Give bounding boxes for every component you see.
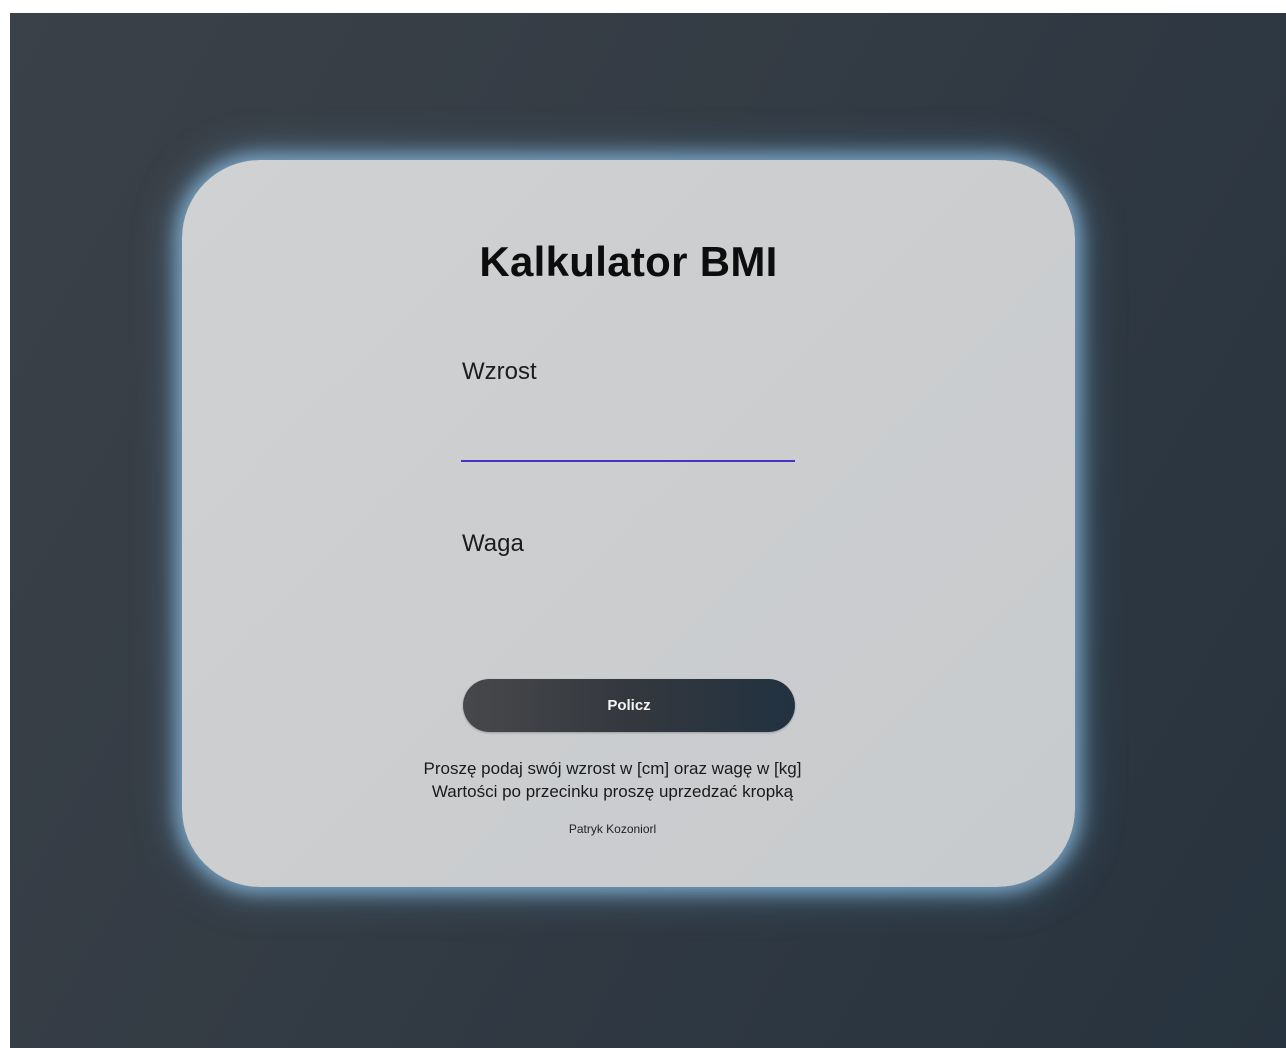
hint-decimal: Wartości po przecinku proszę uprzedzać k…	[431, 782, 794, 801]
author-credit: Patryk Kozoniorl	[568, 822, 657, 836]
bmi-card: Kalkulator BMI Wzrost Waga Policz Proszę…	[182, 160, 1075, 887]
height-input[interactable]	[461, 426, 795, 462]
page-title: Kalkulator BMI	[479, 238, 778, 285]
hint-units: Proszę podaj swój wzrost w [cm] oraz wag…	[423, 759, 802, 778]
page-background: Kalkulator BMI Wzrost Waga Policz Proszę…	[10, 13, 1286, 1048]
weight-input[interactable]	[461, 596, 795, 632]
height-label: Wzrost	[462, 358, 537, 385]
weight-label: Waga	[462, 530, 524, 557]
calculate-button[interactable]: Policz	[463, 679, 795, 732]
